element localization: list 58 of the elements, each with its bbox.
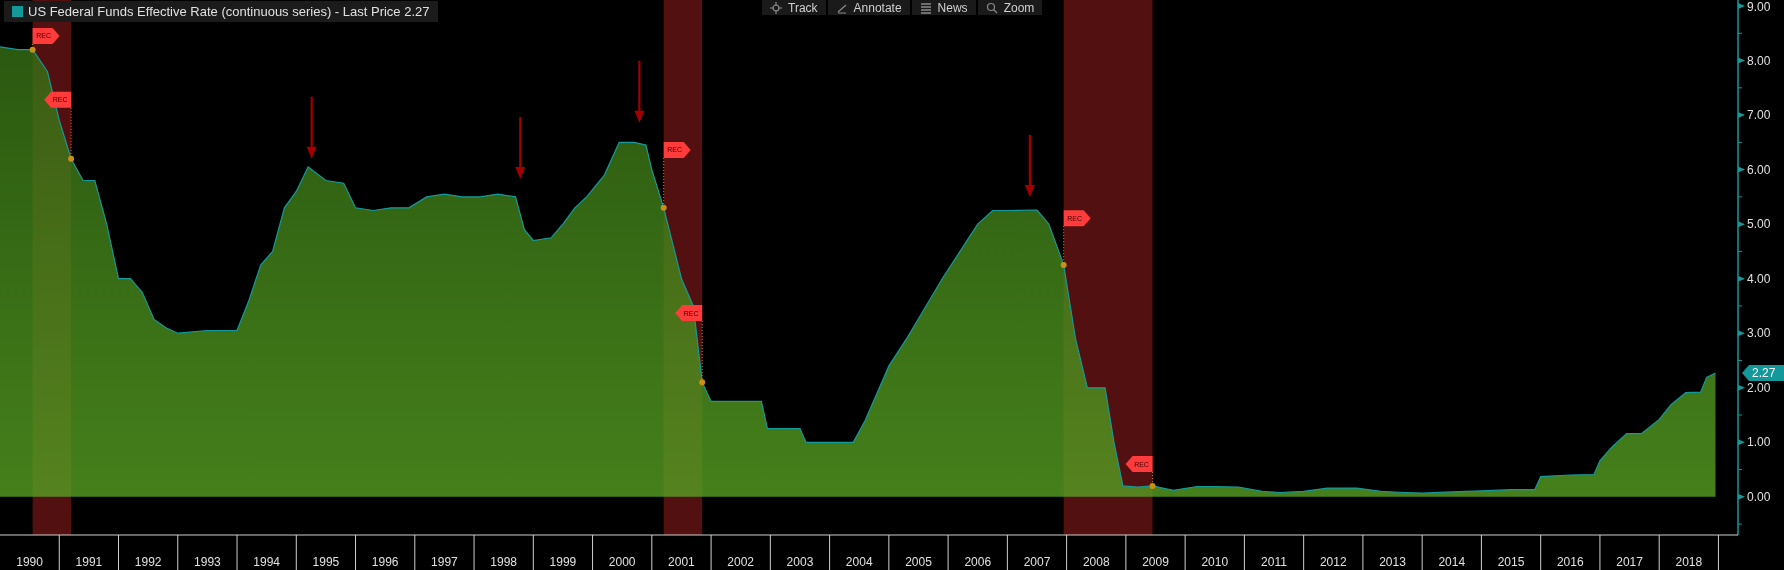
toolbar-button[interactable]: Annotate (827, 0, 910, 15)
y-tick-label: 2.00 (1747, 380, 1771, 395)
y-tick-label: 3.00 (1747, 326, 1771, 341)
x-tick-label: 1997 (431, 555, 458, 569)
x-tick-label: 2005 (905, 555, 932, 569)
arrow-marker (634, 60, 645, 123)
y-tick-label: 1.00 (1747, 435, 1771, 450)
x-tick-label: 2003 (786, 555, 814, 569)
x-tick-label: 2000 (608, 555, 636, 569)
x-tick-label: 2016 (1556, 555, 1584, 569)
leader-line (68, 107, 75, 162)
leader-line (660, 157, 667, 211)
y-tick-label: 5.00 (1747, 217, 1771, 232)
arrow-marker (306, 96, 317, 159)
leader-line (699, 320, 706, 386)
x-tick-label: 2013 (1379, 555, 1406, 569)
toolbar-button[interactable]: Zoom (977, 0, 1043, 15)
x-tick-label: 1992 (134, 555, 162, 569)
x-tick-label: 2012 (1319, 555, 1347, 569)
toolbar-button[interactable]: News (911, 0, 976, 15)
x-tick-label: 1990 (16, 555, 43, 569)
x-tick-label: 2009 (1142, 555, 1169, 569)
y-tick-label: 7.00 (1747, 108, 1771, 123)
leader-line (1060, 225, 1067, 269)
y-tick-label: 9.00 (1747, 0, 1771, 14)
x-tick-label: 2002 (727, 555, 755, 569)
x-tick-label: 2001 (668, 555, 695, 569)
search-icon (985, 1, 998, 14)
y-tick-label: 0.00 (1747, 489, 1771, 504)
x-tick-label: 2010 (1201, 555, 1229, 569)
x-tick-label: 2017 (1616, 555, 1643, 569)
x-tick-label: 1991 (75, 555, 103, 569)
x-tick-label: 1993 (194, 555, 221, 569)
leader-line (1149, 471, 1156, 489)
x-tick-label: 1994 (253, 555, 280, 569)
arrow-marker (1024, 134, 1035, 197)
x-tick-label: 2015 (1497, 555, 1525, 569)
news-icon (919, 1, 932, 14)
x-tick-label: 2018 (1675, 555, 1703, 569)
crosshair-icon (770, 1, 782, 14)
leader-line (29, 43, 36, 53)
x-tick-label: 1996 (371, 555, 399, 569)
x-tick-label: 2007 (1023, 555, 1051, 569)
x-tick-label: 1995 (312, 555, 340, 569)
x-tick-label: 2008 (1082, 555, 1110, 569)
toolbar-button[interactable]: Track (762, 0, 826, 15)
legend-text: US Federal Funds Effective Rate (continuous series) - Last Price 2.27 (28, 4, 430, 19)
y-tick-label: 6.00 (1747, 162, 1771, 177)
x-tick-label: 2006 (964, 555, 992, 569)
y-tick-label: 8.00 (1747, 53, 1771, 68)
arrow-marker (515, 116, 526, 179)
x-tick-label: 2004 (845, 555, 873, 569)
x-tick-label: 2014 (1438, 555, 1466, 569)
last-price-tag: 2.27 (1742, 365, 1784, 382)
x-tick-label: 1999 (549, 555, 577, 569)
x-tick-label: 2011 (1261, 555, 1287, 569)
x-tick-label: 1998 (490, 555, 518, 569)
y-tick-label: 4.00 (1747, 271, 1771, 286)
